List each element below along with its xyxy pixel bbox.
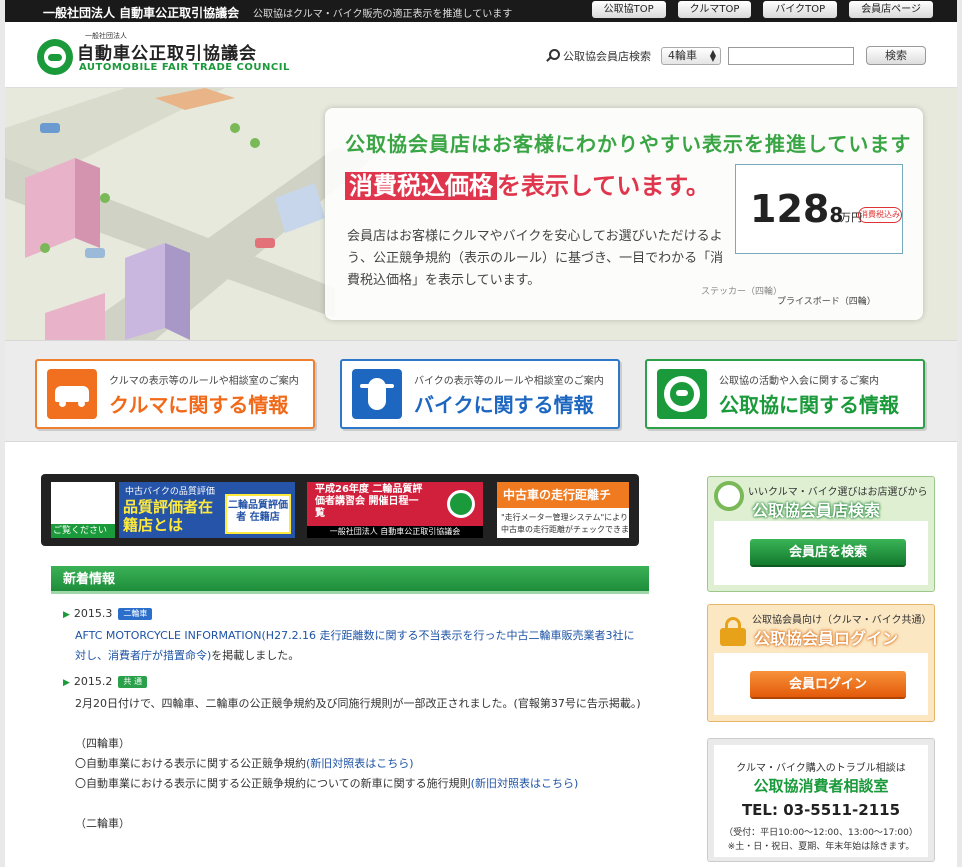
consult-intro: クルマ・バイク購入のトラブル相談は [736,763,906,774]
member-login-box: 公取協会員向け（クルマ・バイク共通） 公取協会員ログイン 会員ログイン [707,604,935,722]
hero-headline: 公取協会員店はお客様にわかりやすい表示を推進しています [345,132,912,156]
banner-4-text2: 中古車の走行距離がチェックできます [501,525,629,534]
search-input[interactable] [728,46,854,65]
car-icon [47,369,97,419]
consult-hours: （受付：平日10:00〜12:00、13:00〜17:00） [724,828,918,838]
rule-line: 〇自動車業における表示に関する公正競争規約についての新車に関する施行規則(新旧対… [75,777,579,790]
news-list: ▶ 2015.3 二輪車 AFTC MOTORCYCLE INFORMATION(H… [63,606,643,834]
price-board-image: 1288 万円 消費税込み [735,164,903,254]
banner-mileage-check[interactable]: 中古車の走行距離チ "走行メーター管理システム"により 中古車の走行距離がチェッ… [497,482,629,538]
council-info-button[interactable]: 公取協の活動や入会に関するご案内 公取協に関する情報 [645,359,925,429]
bike-info-button[interactable]: バイクの表示等のルールや相談室のご案内 バイクに関する情報 [340,359,620,429]
member-login-button[interactable]: 会員ログイン [750,671,906,699]
hero-message-panel: 公取協会員店はお客様にわかりやすい表示を推進しています 消費税込価格 を表示してい… [325,108,923,320]
comparison-table-link[interactable]: (新旧対照表はこちら) [306,757,414,770]
banner-4-text1: "走行メーター管理システム"により [501,513,628,522]
news-item: ▶ 2015.2 共 通 2月20日付けで、四輪車、二輪車の公正競争規約及び同施行規… [63,674,643,834]
hero-highlight: 消費税込価格 [345,172,497,200]
top-link-car[interactable]: クルマTOP [677,1,752,18]
banner-3-main: 平成26年度 二輪品質評価者講習会 開催日程一覧 [315,484,423,519]
logo-title[interactable]: 自動車公正取引協議会 [77,39,257,64]
lock-icon [720,617,746,646]
member-login-title: 公取協会員ログイン [754,629,899,648]
chevron-right-icon: ▶ [63,610,70,620]
car-info-sub: クルマの表示等のルールや相談室のご案内 [109,376,299,387]
banner-seminar-schedule[interactable]: 平成26年度 二輪品質評価者講習会 開催日程一覧 一般社団法人 自動車公正取引協… [307,482,483,538]
price-value: 1288 [750,187,844,231]
banner-4-head: 中古車の走行距離チ [497,482,629,508]
news-date: 2015.2 [73,675,113,688]
member-search-title: 公取協会員店検索 [752,501,881,520]
council-logo-icon [657,369,707,419]
member-login-sub: 公取協会員向け（クルマ・バイク共通） [752,615,932,626]
search-icon [545,48,560,63]
search-label: 公取協会員店検索 [563,49,651,63]
logo-icon[interactable] [37,39,73,75]
banner-2-box: 二輪品質評価者 在籍店 [225,494,291,534]
page: 一般社団法人 自動車公正取引協議会 公取協はクルマ・バイク販売の適正表示を推進し… [5,0,957,867]
council-info-sub: 公取協の活動や入会に関するご案内 [719,376,879,387]
banner-3-foot: 一般社団法人 自動車公正取引協議会 [307,526,483,538]
consultation-box[interactable]: クルマ・バイク購入のトラブル相談は 公取協消費者相談室 TEL: 03-5511… [707,738,935,862]
news-heading: 新着情報 [51,566,649,594]
hero-subheadline: 消費税込価格 を表示しています。 [345,166,710,201]
hero-banner[interactable]: 公取協会員店はお客様にわかりやすい表示を推進しています 消費税込価格 を表示してい… [5,88,957,340]
category-badge: 共 通 [118,676,147,688]
search-members-button[interactable]: 会員店を検索 [750,539,906,567]
top-org-name: 一般社団法人 自動車公正取引協議会 [43,6,240,20]
top-tagline: 公取協はクルマ・バイク販売の適正表示を推進しています [253,9,513,20]
hero-body-text: 会員店はお客様にクルマやバイクを安心してお選びいただけるよう、公正競争規約（表示… [347,229,724,288]
top-link-members[interactable]: 会員店ページ [849,1,933,18]
news-link[interactable]: AFTC MOTORCYCLE INFORMATION(H27.2.16 走行距… [75,629,635,662]
banner-1-caption: ご覧ください [51,524,115,538]
logo-english: AUTOMOBILE FAIR TRADE COUNCIL [79,62,290,73]
motorcycle-icon [352,369,402,419]
sticker-caption: ステッカー（四輪） [701,287,783,297]
member-search-sub: いいクルマ・バイク選びはお店選びから [748,487,928,498]
banner-1[interactable]: ご覧ください [51,482,115,538]
banner-2-main: 品質評価者在籍店とは [123,498,214,534]
news-text: AFTC MOTORCYCLE INFORMATION(H27.2.16 走行距… [75,629,635,662]
vehicle-type-value: 4輪車 [668,48,697,62]
category-badge: 二輪車 [118,608,153,620]
bike-info-sub: バイクの表示等のルールや相談室のご案内 [414,376,604,387]
bike-info-label: バイクに関する情報 [414,393,594,417]
banner-2-top: 中古バイクの品質評価 [125,487,215,497]
consult-note: ※土・日・祝日、夏期、年末年始は除きます。 [727,842,915,852]
consult-title: 公取協消費者相談室 [753,777,889,795]
magnifier-icon [714,481,744,511]
council-info-label: 公取協に関する情報 [719,393,899,417]
four-wheel-label: （四輪車） [75,737,130,750]
top-link-bike[interactable]: バイクTOP [763,1,838,18]
header: 一般社団法人 自動車公正取引協議会 AUTOMOBILE FAIR TRADE … [5,22,957,88]
price-board-caption: プライスボード（四輪） [777,297,876,307]
member-search-box: いいクルマ・バイク選びはお店選びから 公取協会員店検索 会員店を検索 [707,476,935,592]
news-text: 2月20日付けで、四輪車、二輪車の公正競争規約及び同施行規則が一部改正されました… [75,697,641,710]
comparison-table-link[interactable]: (新旧対照表はこちら) [471,777,579,790]
vehicle-type-select[interactable]: 4輪車 ▲ ▼ [661,46,721,65]
chevron-right-icon: ▶ [63,678,70,688]
banner-3-logo-icon [447,490,475,518]
two-wheel-label: （二輪車） [75,817,130,830]
search-button[interactable]: 検索 [866,46,926,65]
member-search: 公取協会員店検索 4輪車 ▲ ▼ 検索 [545,46,926,65]
tax-included-tag: 消費税込み [858,207,902,223]
category-row: クルマの表示等のルールや相談室のご案内 クルマに関する情報 バイクの表示等のルー… [5,340,957,442]
consult-phone: TEL: 03-5511-2115 [741,801,901,819]
top-bar: 一般社団法人 自動車公正取引協議会 公取協はクルマ・バイク販売の適正表示を推進し… [5,0,957,22]
rule-line: 〇自動車業における表示に関する公正競争規約(新旧対照表はこちら) [75,757,414,770]
hero-subheadline-rest: を表示しています。 [497,172,710,200]
banner-carousel: ご覧ください 中古バイクの品質評価 品質評価者在籍店とは 二輪品質評価者 在籍店… [41,474,639,546]
car-info-button[interactable]: クルマの表示等のルールや相談室のご案内 クルマに関する情報 [35,359,315,429]
top-link-council[interactable]: 公取協TOP [591,1,666,18]
news-date: 2015.3 [73,607,113,620]
top-nav: 公取協TOP クルマTOP バイクTOP 会員店ページ [591,1,933,18]
news-item: ▶ 2015.3 二輪車 AFTC MOTORCYCLE INFORMATION(H… [63,606,643,666]
banner-quality-evaluator[interactable]: 中古バイクの品質評価 品質評価者在籍店とは 二輪品質評価者 在籍店 [119,482,295,538]
car-info-label: クルマに関する情報 [109,393,289,417]
select-arrows-icon: ▲ ▼ [709,47,716,63]
